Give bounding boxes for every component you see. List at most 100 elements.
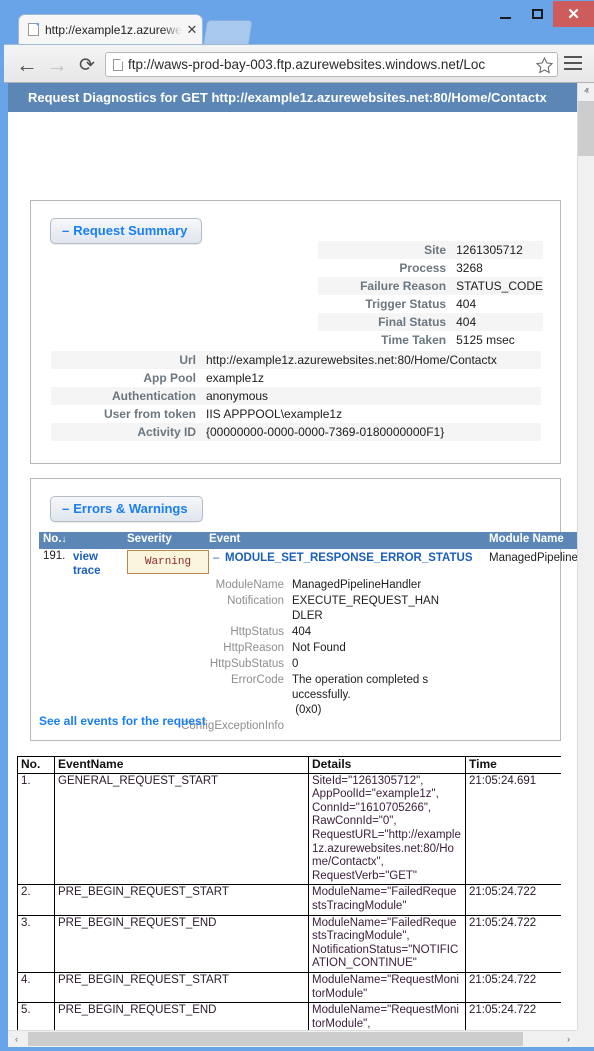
detail-key: HttpReason [39, 641, 292, 657]
menu-line-1 [564, 56, 582, 58]
detail-value: EXECUTE_REQUEST_HAN DLER [292, 594, 439, 625]
forward-icon[interactable]: → [44, 52, 70, 78]
error-row-number: 191. [43, 550, 65, 562]
summary-value: anonymous [205, 387, 541, 405]
view-trace-link[interactable]: view trace [73, 550, 117, 578]
tab-strip: http://example1z.azurewe ✕ [4, 14, 594, 44]
event-details: ModuleName="FailedRequestsTracingModule"… [309, 915, 466, 972]
summary-value: 1261305712 [455, 241, 543, 259]
events-table: No. EventName Details Time 1. GENERAL_RE… [17, 756, 561, 1030]
tab-active[interactable]: http://example1z.azurewe ✕ [18, 14, 203, 44]
scroll-up-arrow-icon[interactable]: ⱏ [578, 83, 594, 100]
request-summary-panel: – Request Summary Site 1261305712 Process… [30, 200, 561, 464]
summary-value: IIS APPPOOL\example1z [205, 405, 541, 423]
table-row: Time Taken 5125 msec [318, 331, 543, 349]
event-no: 5. [18, 1003, 55, 1030]
event-details: ModuleName="RequestMonitorModule" [309, 972, 466, 1002]
errors-table-header: No.↓ Severity Event Module Name [39, 532, 577, 549]
scrollbar-corner [577, 1030, 594, 1047]
event-time: 21:05:24.722 [466, 1003, 562, 1030]
event-name: PRE_BEGIN_REQUEST_END [55, 915, 309, 972]
address-page-icon [113, 59, 123, 71]
column-header-no[interactable]: No.↓ [43, 533, 67, 545]
summary-key: User from token [51, 405, 205, 423]
tab-close-icon[interactable]: ✕ [182, 22, 202, 38]
errors-warnings-toggle[interactable]: – Errors & Warnings [50, 496, 203, 522]
table-row: Authentication anonymous [51, 387, 541, 405]
vertical-scrollbar[interactable]: ⱏ ⱟ [577, 83, 594, 1030]
error-detail-table: ModuleName ManagedPipelineHandler Notifi… [39, 578, 439, 735]
sort-desc-arrow-icon: ↓ [62, 534, 67, 545]
column-header-module-name[interactable]: Module Name [489, 533, 564, 545]
table-row: Notification EXECUTE_REQUEST_HAN DLER [39, 594, 439, 625]
page-viewport: Request Diagnostics for GET http://examp… [8, 83, 594, 1047]
table-row: 5. PRE_BEGIN_REQUEST_END ModuleName="Req… [18, 1003, 562, 1030]
summary-key: Process [318, 259, 455, 277]
events-column-time: Time [466, 757, 562, 774]
events-header-row: No. EventName Details Time [18, 757, 562, 774]
page-favicon-icon [28, 23, 39, 36]
table-row: Failure Reason STATUS_CODE [318, 277, 543, 295]
page-title: Request Diagnostics for GET http://examp… [28, 90, 547, 105]
table-row: HttpReason Not Found [39, 641, 439, 657]
event-time: 21:05:24.722 [466, 915, 562, 972]
collapse-icon: – [62, 501, 69, 516]
event-time: 21:05:24.722 [466, 885, 562, 915]
error-event-link[interactable]: MODULE_SET_RESPONSE_ERROR_STATUS [225, 552, 473, 564]
vertical-scrollbar-thumb[interactable] [578, 101, 594, 156]
event-time: 21:05:24.691 [466, 773, 562, 885]
summary-request-table: Url http://example1z.azurewebsites.net:8… [51, 351, 541, 441]
event-no: 2. [18, 885, 55, 915]
menu-line-2 [564, 62, 582, 64]
see-all-events-link[interactable]: See all events for the request [39, 714, 206, 728]
detail-key: HttpStatus [39, 625, 292, 641]
scroll-left-arrow-icon[interactable]: ‹ [8, 1031, 25, 1047]
horizontal-scrollbar-thumb[interactable] [28, 1032, 523, 1046]
events-column-details: Details [309, 757, 466, 774]
detail-value: ManagedPipelineHandler [292, 578, 439, 594]
page-banner: Request Diagnostics for GET http://examp… [8, 83, 577, 112]
events-column-eventname: EventName [55, 757, 309, 774]
reload-icon[interactable]: ⟳ [74, 52, 100, 78]
summary-value: 404 [455, 313, 543, 331]
table-row: Site 1261305712 [318, 241, 543, 259]
error-module-name: ManagedPipelineHa [489, 552, 577, 564]
column-header-severity[interactable]: Severity [127, 533, 172, 545]
address-bar[interactable]: ftp://waws-prod-bay-003.ftp.azurewebsite… [105, 52, 558, 77]
summary-key: Final Status [318, 313, 455, 331]
scroll-right-arrow-icon[interactable]: › [560, 1031, 577, 1047]
detail-key: HttpSubStatus [39, 657, 292, 673]
collapse-icon: – [62, 223, 69, 238]
detail-value: 404 [292, 625, 439, 641]
events-column-no: No. [18, 757, 55, 774]
column-header-event[interactable]: Event [209, 533, 240, 545]
event-name: GENERAL_REQUEST_START [55, 773, 309, 885]
table-row: HttpStatus 404 [39, 625, 439, 641]
summary-key: Trigger Status [318, 295, 455, 313]
event-no: 4. [18, 972, 55, 1002]
back-icon[interactable]: ← [14, 52, 40, 78]
chrome-menu-icon[interactable] [564, 56, 582, 72]
menu-line-3 [564, 68, 582, 70]
table-row: 3. PRE_BEGIN_REQUEST_END ModuleName="Fai… [18, 915, 562, 972]
page-content: Request Diagnostics for GET http://examp… [8, 83, 577, 1030]
scroll-down-arrow-icon[interactable]: ⱟ [578, 1013, 594, 1030]
error-collapse-icon[interactable]: – [213, 552, 219, 564]
table-row: ModuleName ManagedPipelineHandler [39, 578, 439, 594]
browser-window: ✕ http://example1z.azurewe ✕ ← → ⟳ ftp:/… [0, 0, 594, 1051]
summary-key: Activity ID [51, 423, 205, 441]
detail-value [292, 719, 439, 735]
summary-value: 404 [455, 295, 543, 313]
detail-value: Not Found [292, 641, 439, 657]
request-summary-toggle[interactable]: – Request Summary [50, 218, 202, 244]
table-row: Process 3268 [318, 259, 543, 277]
new-tab-button[interactable] [203, 20, 253, 44]
horizontal-scrollbar[interactable]: ‹ › [8, 1030, 594, 1047]
summary-value: {00000000-0000-0000-7369-0180000000F1} [205, 423, 541, 441]
event-name: PRE_BEGIN_REQUEST_END [55, 1003, 309, 1030]
column-header-no-label: No. [43, 533, 62, 545]
events-table-container: No. EventName Details Time 1. GENERAL_RE… [17, 756, 561, 1030]
summary-key: Authentication [51, 387, 205, 405]
detail-key: Notification [39, 594, 292, 625]
bookmark-star-icon[interactable] [535, 56, 554, 75]
